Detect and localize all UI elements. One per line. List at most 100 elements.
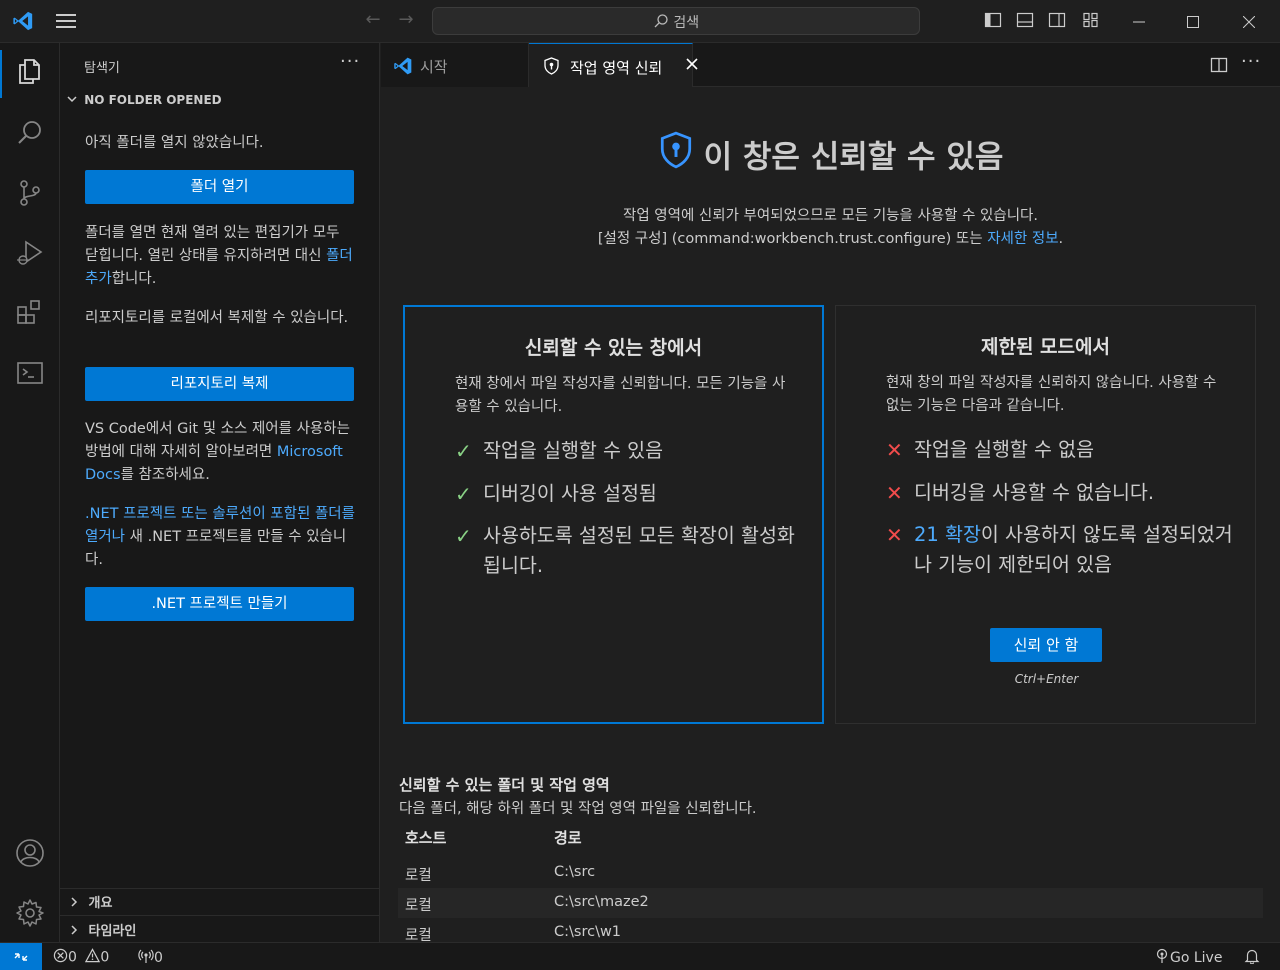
chevron-down-icon xyxy=(66,93,80,108)
dont-trust-button[interactable]: 신뢰 안 함 xyxy=(990,628,1102,662)
broadcast-icon xyxy=(138,948,154,968)
terminal-icon[interactable] xyxy=(14,357,46,389)
close-tab-icon[interactable] xyxy=(685,57,699,75)
trust-title-text: 이 창은 신뢰할 수 있음 xyxy=(703,139,1004,176)
account-icon[interactable] xyxy=(14,837,46,869)
extensions-icon[interactable] xyxy=(14,297,46,329)
command-center-search[interactable]: 검색 xyxy=(432,7,920,35)
feature-text: 작업을 실행할 수 있음 xyxy=(483,439,664,462)
source-control-icon[interactable] xyxy=(14,177,46,209)
section-label: NO FOLDER OPENED xyxy=(84,93,222,107)
workspace-trust-editor: 이 창은 신뢰할 수 있음 작업 영역에 신뢰가 부여되었으므로 모든 기능을 … xyxy=(381,87,1280,944)
feature-item: ✓ 사용하도록 설정된 모든 확장이 활성화됩니다. xyxy=(455,521,805,581)
path-cell: C:\src xyxy=(554,864,596,880)
customize-layout-icon[interactable] xyxy=(1082,11,1102,31)
no-folder-section-header[interactable]: NO FOLDER OPENED xyxy=(66,93,222,108)
back-arrow-icon[interactable]: ← xyxy=(363,10,383,30)
vscode-logo-icon xyxy=(12,10,34,32)
note-text: 폴더를 열면 현재 열려 있는 편집기가 모두 닫힙니다. 열린 상태를 유지하… xyxy=(85,225,340,264)
feature-item: ✕ 작업을 실행할 수 없음 xyxy=(886,435,1236,465)
feature-text: 디버깅이 사용 설정됨 xyxy=(483,482,657,505)
search-label: 검색 xyxy=(673,15,700,31)
configure-settings-text: [설정 구성] (command:workbench.trust.configu… xyxy=(597,231,988,247)
path-cell: C:\src\w1 xyxy=(554,924,622,940)
check-icon: ✓ xyxy=(455,482,472,506)
run-debug-icon[interactable] xyxy=(14,237,46,269)
feature-item: ✓ 디버깅이 사용 설정됨 xyxy=(455,479,805,509)
dotnet-info-text: .NET 프로젝트 또는 솔루션이 포함된 폴더를 열거나 새 .NET 프로젝… xyxy=(85,503,355,572)
card-title: 제한된 모드에서 xyxy=(981,336,1110,358)
trusted-folders-title: 신뢰할 수 있는 폴더 및 작업 영역 xyxy=(399,776,610,794)
clone-repository-button[interactable]: 리포지토리 복제 xyxy=(85,367,354,401)
error-icon xyxy=(53,948,68,967)
toggle-primary-sidebar-icon[interactable] xyxy=(984,11,1004,31)
editor-more-actions-icon[interactable]: ··· xyxy=(1241,51,1261,72)
tab-workspace-trust[interactable]: 작업 영역 신뢰 xyxy=(529,43,698,87)
cross-icon: ✕ xyxy=(886,438,903,462)
outline-label: 개요 xyxy=(88,896,113,911)
trusted-folders-description: 다음 폴더, 해당 하위 폴더 및 작업 영역 파일을 신뢰합니다. xyxy=(399,801,757,817)
menu-icon[interactable] xyxy=(56,13,78,29)
feature-text: 사용하도록 설정된 모든 확장이 활성화됩니다. xyxy=(483,524,795,577)
forward-arrow-icon[interactable]: → xyxy=(396,10,416,30)
problems-indicator[interactable]: 0 0 xyxy=(53,948,109,967)
path-cell: C:\src\maze2 xyxy=(554,894,649,910)
feature-item: ✕ 디버깅을 사용할 수 없습니다. xyxy=(886,478,1236,508)
card-description: 현재 창에서 파일 작성자를 신뢰합니다. 모든 기능을 사용할 수 있습니다. xyxy=(455,376,786,415)
table-row[interactable]: 로컬 C:\src xyxy=(398,858,1263,888)
toggle-panel-icon[interactable] xyxy=(1016,11,1036,31)
go-live-button[interactable]: Go Live xyxy=(1154,948,1222,968)
create-dotnet-project-button[interactable]: .NET 프로젝트 만들기 xyxy=(85,587,354,621)
desc-end: . xyxy=(1058,231,1064,247)
more-actions-icon[interactable]: ··· xyxy=(340,51,360,72)
trust-description-line-2: [설정 구성] (command:workbench.trust.configu… xyxy=(381,227,1280,248)
active-indicator xyxy=(0,50,2,98)
card-description: 현재 창의 파일 작성자를 신뢰하지 않습니다. 사용할 수 없는 기능은 다음… xyxy=(886,375,1217,414)
open-folder-button[interactable]: 폴더 열기 xyxy=(85,170,354,204)
activity-bar xyxy=(0,43,60,942)
minimize-button[interactable] xyxy=(1116,6,1162,36)
search-view-icon[interactable] xyxy=(14,117,46,149)
tab-label: 작업 영역 신뢰 xyxy=(570,59,663,77)
tab-welcome[interactable]: 시작 xyxy=(381,43,529,87)
shield-icon xyxy=(658,131,694,177)
warning-count: 0 xyxy=(100,949,110,966)
timeline-section-header[interactable]: 타임라인 xyxy=(68,920,136,940)
split-editor-icon[interactable] xyxy=(1210,56,1228,78)
feature-text: 작업을 실행할 수 없음 xyxy=(914,438,1095,461)
host-cell: 로컬 xyxy=(405,898,432,914)
antenna-icon xyxy=(1154,948,1170,968)
title-bar: ← → 검색 xyxy=(0,0,1280,43)
table-row[interactable]: 로컬 C:\src\maze2 xyxy=(398,888,1263,918)
cross-icon: ✕ xyxy=(886,481,903,505)
trusted-mode-card[interactable]: 신뢰할 수 있는 창에서 현재 창에서 파일 작성자를 신뢰합니다. 모든 기능… xyxy=(403,305,824,724)
learn-more-link[interactable]: 자세한 정보 xyxy=(987,231,1058,247)
maximize-button[interactable] xyxy=(1170,6,1216,36)
go-live-label: Go Live xyxy=(1170,950,1223,966)
remote-icon xyxy=(13,949,29,969)
outline-section-header[interactable]: 개요 xyxy=(68,892,112,912)
shield-tab-icon xyxy=(543,57,560,79)
settings-gear-icon[interactable] xyxy=(14,897,46,929)
host-cell: 로컬 xyxy=(405,868,432,884)
check-icon: ✓ xyxy=(455,439,472,463)
search-icon xyxy=(653,13,669,33)
sidebar-title: 탐색기 xyxy=(84,61,120,76)
chevron-right-icon xyxy=(68,924,84,940)
clone-text: 리포지토리를 로컬에서 복제할 수 있습니다. xyxy=(85,310,349,326)
close-window-button[interactable] xyxy=(1226,6,1272,36)
toggle-secondary-sidebar-icon[interactable] xyxy=(1048,11,1068,31)
explorer-icon[interactable] xyxy=(14,55,46,87)
feature-text: 디버깅을 사용할 수 없습니다. xyxy=(914,481,1155,504)
ports-indicator[interactable]: 0 xyxy=(138,948,163,968)
explorer-sidebar: 탐색기 ··· NO FOLDER OPENED 아직 폴더를 열지 않았습니다… xyxy=(60,43,380,942)
error-count: 0 xyxy=(68,949,77,966)
column-header-path: 경로 xyxy=(554,829,582,847)
notifications-bell-icon[interactable] xyxy=(1244,948,1260,968)
extensions-link[interactable]: 21 확장 xyxy=(914,523,981,546)
trust-description-line-1: 작업 영역에 신뢰가 부여되었으므로 모든 기능을 사용할 수 있습니다. xyxy=(623,208,1038,224)
remote-indicator-button[interactable] xyxy=(0,943,42,970)
check-icon: ✓ xyxy=(455,524,472,548)
card-title: 신뢰할 수 있는 창에서 xyxy=(524,337,703,359)
restricted-mode-card[interactable]: 제한된 모드에서 현재 창의 파일 작성자를 신뢰하지 않습니다. 사용할 수 … xyxy=(835,305,1256,724)
